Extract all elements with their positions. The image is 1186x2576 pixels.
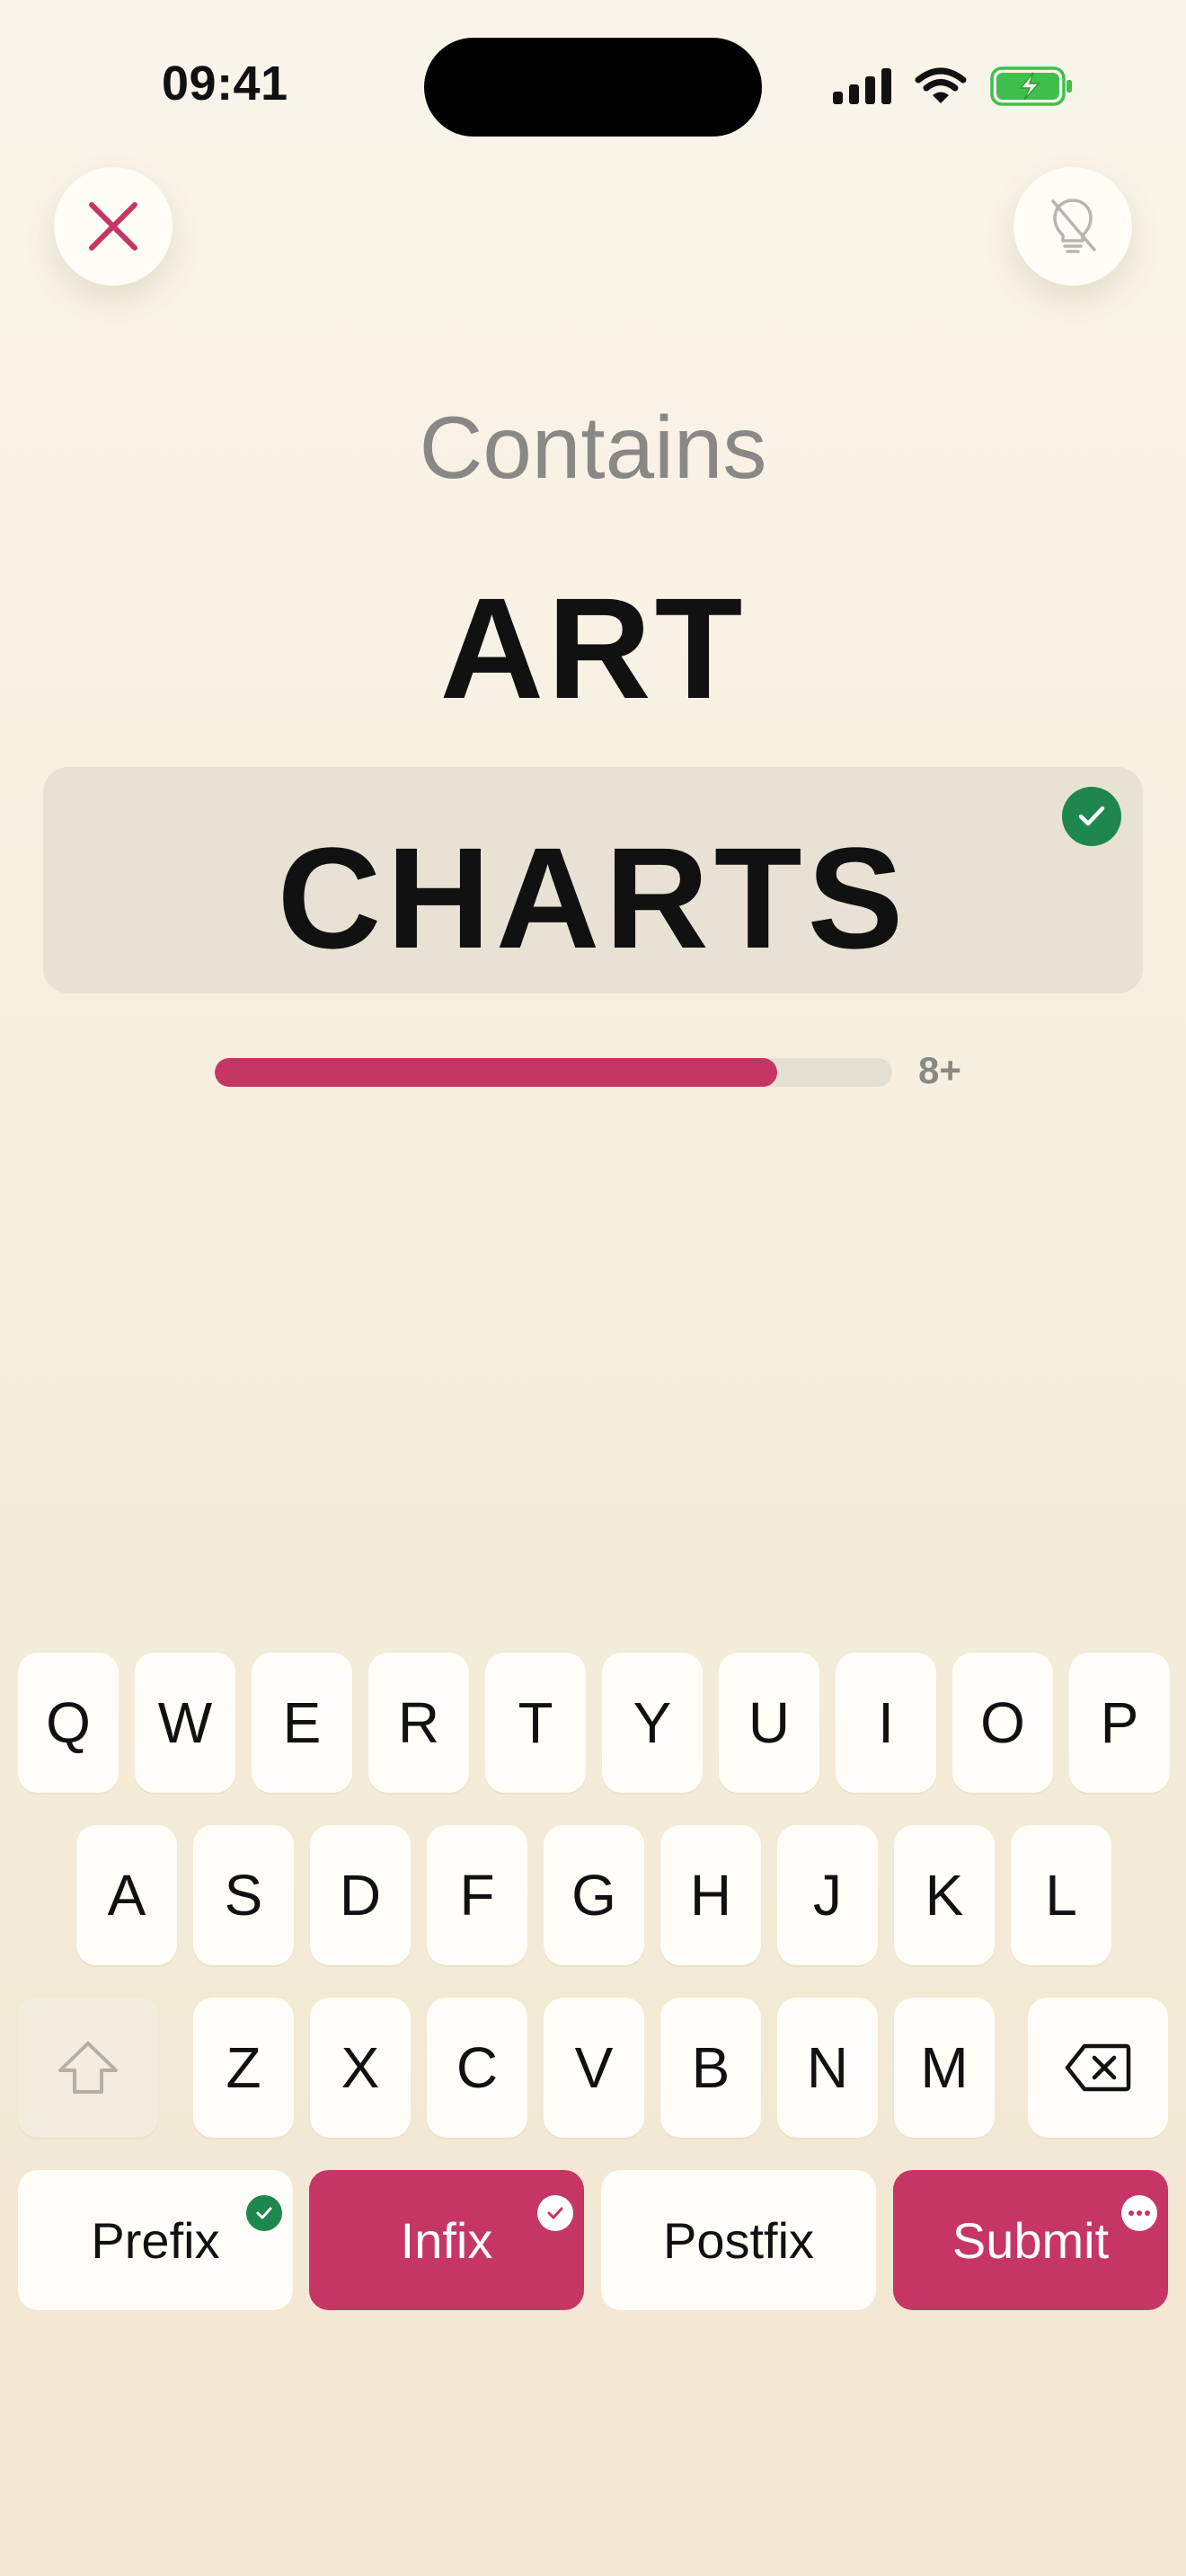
checkmark-icon: [547, 2207, 563, 2219]
key-c[interactable]: C: [427, 1998, 527, 2138]
postfix-button[interactable]: Postfix: [601, 2170, 876, 2310]
ellipsis-icon: [1128, 2210, 1150, 2216]
progress-bar: [215, 1058, 892, 1087]
puzzle-fragment: ART: [439, 568, 747, 728]
key-b[interactable]: B: [660, 1998, 761, 2138]
battery-charging-icon: [990, 66, 1072, 106]
status-time: 09:41: [162, 57, 288, 110]
key-r[interactable]: R: [368, 1653, 469, 1793]
key-e[interactable]: E: [252, 1653, 352, 1793]
wifi-icon: [915, 67, 967, 103]
key-w[interactable]: W: [135, 1653, 235, 1793]
key-j[interactable]: J: [777, 1825, 878, 1965]
answer-text: CHARTS: [277, 817, 909, 978]
key-k[interactable]: K: [894, 1825, 995, 1965]
checkmark-icon: [1078, 806, 1105, 826]
checkmark-icon: [256, 2207, 272, 2219]
infix-button[interactable]: Infix: [309, 2170, 584, 2310]
progress-label: 8+: [918, 1049, 961, 1091]
key-m[interactable]: M: [894, 1998, 995, 2138]
key-p[interactable]: P: [1069, 1653, 1170, 1793]
close-button[interactable]: [54, 167, 173, 286]
key-g[interactable]: G: [544, 1825, 644, 1965]
dynamic-island: [424, 38, 762, 137]
prefix-check-badge: [246, 2195, 282, 2231]
hint-toggle-button[interactable]: [1013, 167, 1132, 286]
key-a[interactable]: A: [76, 1825, 177, 1965]
submit-button[interactable]: Submit: [893, 2170, 1168, 2310]
key-l[interactable]: L: [1011, 1825, 1111, 1965]
prefix-label: Prefix: [91, 2211, 220, 2269]
answer-valid-badge: [1062, 787, 1121, 846]
infix-label: Infix: [400, 2211, 493, 2269]
key-d[interactable]: D: [310, 1825, 411, 1965]
cellular-signal-icon: [833, 68, 891, 104]
infix-check-badge: [537, 2195, 573, 2231]
postfix-label: Postfix: [662, 2211, 815, 2269]
lightbulb-slash-icon: [1051, 198, 1096, 253]
key-q[interactable]: Q: [18, 1653, 119, 1793]
backspace-icon: [1065, 2043, 1131, 2092]
key-u[interactable]: U: [719, 1653, 819, 1793]
key-n[interactable]: N: [777, 1998, 878, 2138]
close-icon: [89, 202, 137, 251]
key-i[interactable]: I: [836, 1653, 936, 1793]
key-y[interactable]: Y: [602, 1653, 703, 1793]
progress-fill: [215, 1058, 777, 1087]
key-h[interactable]: H: [660, 1825, 761, 1965]
backspace-key[interactable]: [1028, 1998, 1168, 2138]
key-z[interactable]: Z: [193, 1998, 294, 2138]
key-o[interactable]: O: [952, 1653, 1053, 1793]
key-f[interactable]: F: [427, 1825, 527, 1965]
key-x[interactable]: X: [310, 1998, 411, 2138]
answer-field[interactable]: CHARTS: [43, 767, 1143, 993]
key-s[interactable]: S: [193, 1825, 294, 1965]
puzzle-rule-label: Contains: [419, 398, 767, 497]
shift-key[interactable]: [18, 1998, 158, 2138]
key-t[interactable]: T: [485, 1653, 586, 1793]
prefix-button[interactable]: Prefix: [18, 2170, 293, 2310]
shift-arrow-icon: [58, 2042, 118, 2094]
submit-label: Submit: [951, 2211, 1110, 2269]
status-icons: [833, 63, 1075, 110]
submit-more-badge: [1121, 2195, 1157, 2231]
key-v[interactable]: V: [544, 1998, 644, 2138]
